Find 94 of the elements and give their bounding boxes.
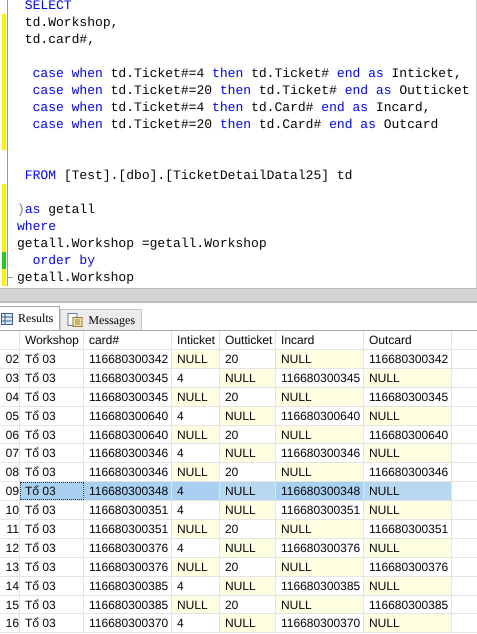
code-line: SELECT	[24, 0, 72, 13]
table-cell: 116680300346	[84, 444, 172, 462]
table-cell: 116680300345	[364, 388, 452, 406]
table-cell: 116680300345	[84, 368, 172, 387]
table-row[interactable]: 02 Tổ 03 116680300342 NULL 20 NULL 116680300342	[0, 350, 477, 369]
table-row[interactable]: 15 Tổ 03 116680300385 NULL 20 NULL 116680300385	[0, 596, 477, 614]
table-row[interactable]: 10 Tổ 03 116680300351 4 NULL 116680300351 NULL	[0, 501, 477, 520]
table-cell: 116680300342	[364, 350, 452, 368]
table-row[interactable]: 07 Tổ 03 116680300346 4 NULL 116680300346 NULL	[0, 444, 477, 464]
table-cell: NULL	[276, 463, 364, 482]
table-row[interactable]: 16 Tổ 03 116680300370 4 NULL 116680300370 NULL	[0, 614, 477, 634]
table-cell: Tổ 03	[20, 463, 84, 482]
table-cell: NULL	[220, 368, 276, 387]
table-cell: Tổ 03	[20, 520, 84, 538]
table-cell: NULL	[220, 444, 276, 462]
table-cell: Tổ 03	[20, 482, 84, 500]
horizontal-scrollbar[interactable]	[0, 288, 477, 303]
table-cell: NULL	[276, 350, 364, 368]
table-cell: NULL	[172, 520, 220, 538]
code-line: )as getall	[17, 202, 96, 217]
table-cell: Tổ 03	[20, 426, 84, 444]
table-cell: Tổ 03	[20, 576, 84, 595]
table-cell: 116680300351	[84, 501, 172, 520]
table-cell: NULL	[172, 558, 220, 576]
code-line: td.Workshop,	[24, 15, 118, 30]
table-cell: NULL	[364, 576, 452, 595]
table-cell: 116680300351	[364, 520, 452, 538]
table-cell: 116680300376	[84, 538, 172, 557]
table-cell: Tổ 03	[20, 596, 84, 614]
table-row[interactable]: 04 Tổ 03 116680300345 NULL 20 NULL 116680300345	[0, 388, 477, 407]
results-tab[interactable]: Results	[0, 306, 60, 330]
table-cell: NULL	[172, 388, 220, 406]
table-cell: NULL	[364, 614, 452, 632]
table-cell: NULL	[364, 482, 452, 500]
table-cell: 116680300348	[276, 482, 364, 500]
table-cell: NULL	[364, 406, 452, 425]
table-cell: 116680300370	[84, 614, 172, 632]
table-cell: NULL	[220, 482, 276, 500]
table-cell: NULL	[172, 596, 220, 614]
table-cell: 116680300376	[364, 558, 452, 576]
table-row[interactable]: 12 Tổ 03 116680300376 4 NULL 116680300376 NULL	[0, 538, 477, 558]
table-cell: NULL	[220, 576, 276, 595]
code-line: getall.Workshop =getall.Workshop	[17, 236, 267, 251]
table-cell: NULL	[172, 463, 220, 482]
table-cell: NULL	[276, 520, 364, 538]
table-cell: NULL	[172, 350, 220, 368]
table-cell: NULL	[220, 614, 276, 632]
table-cell: NULL	[364, 444, 452, 462]
table-cell: 116680300640	[364, 426, 452, 444]
table-cell: Tổ 03	[20, 368, 84, 387]
table-cell: NULL	[172, 426, 220, 444]
table-row[interactable]: 05 Tổ 03 116680300640 4 NULL 116680300640 NULL	[0, 406, 477, 426]
table-cell: Tổ 03	[20, 614, 84, 632]
table-cell: NULL	[220, 501, 276, 520]
table-cell: Tổ 03	[20, 444, 84, 462]
table-cell: Tổ 03	[20, 406, 84, 425]
code-line: FROM [Test].[dbo].[TicketDetailDatal25] td	[24, 168, 352, 183]
table-cell: NULL	[220, 538, 276, 557]
table-cell: Tổ 03	[20, 501, 84, 520]
code-line: td.card#,	[24, 32, 96, 47]
document-icon	[67, 313, 84, 327]
table-cell: NULL	[276, 426, 364, 444]
table-cell: NULL	[364, 538, 452, 557]
results-tab[interactable]: Messages	[60, 309, 142, 330]
code-line: case when td.Ticket#=4 then td.Ticket# end as Inticket,	[32, 66, 462, 81]
table-cell: 116680300346	[364, 463, 452, 482]
table-row[interactable]: 14 Tổ 03 116680300385 4 NULL 116680300385 NULL	[0, 576, 477, 596]
grid-icon	[1, 312, 13, 324]
table-cell: NULL	[276, 596, 364, 614]
table-row[interactable]: 11 Tổ 03 116680300351 NULL 20 NULL 116680300351	[0, 520, 477, 539]
table-cell: NULL	[276, 388, 364, 406]
table-cell: NULL	[364, 501, 452, 520]
table-cell: 116680300348	[84, 482, 172, 500]
table-cell: 116680300385	[84, 576, 172, 595]
table-cell: Tổ 03	[20, 388, 84, 406]
table-cell: 116680300640	[84, 406, 172, 425]
code-line: case when td.Ticket#=20 then td.Ticket# end as Outticket	[32, 83, 470, 98]
table-row[interactable]: 13 Tổ 03 116680300376 NULL 20 NULL 116680300376	[0, 558, 477, 577]
table-cell: NULL	[364, 368, 452, 387]
code-line: where	[17, 219, 56, 234]
table-row[interactable]: 03 Tổ 03 116680300345 4 NULL 116680300345 NULL	[0, 368, 477, 388]
table-cell: 4	[172, 482, 220, 500]
table-cell: 116680300385	[364, 596, 452, 614]
table-cell: Tổ 03	[20, 558, 84, 576]
code-line: case when td.Ticket#=4 then td.Card# end as Incard,	[32, 100, 431, 115]
code-line: case when td.Ticket#=20 then td.Card# end as Outcard	[32, 117, 438, 132]
table-cell: Tổ 03	[20, 350, 84, 368]
code-line: getall.Workshop	[17, 270, 134, 285]
table-row[interactable]: 09 Tổ 03 116680300348 4 NULL 116680300348 NULL	[0, 482, 477, 502]
table-row[interactable]: 06 Tổ 03 116680300640 NULL 20 NULL 116680300640	[0, 426, 477, 444]
table-cell: Tổ 03	[20, 538, 84, 557]
table-cell: NULL	[276, 558, 364, 576]
code-line: order by	[32, 253, 96, 268]
table-cell: NULL	[220, 406, 276, 425]
